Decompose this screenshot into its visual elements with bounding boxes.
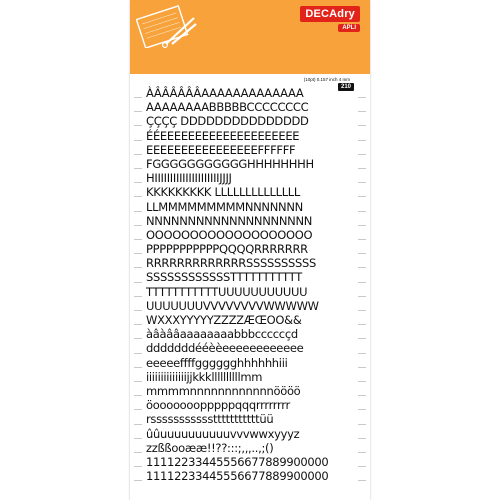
guide-tick-left: [134, 168, 142, 169]
letter-row[interactable]: HIIIIIIIIIIIIIIIIIIIIIJJJJ: [146, 171, 352, 185]
guide-tick-left: [134, 267, 142, 269]
guide-tick-right: [358, 168, 366, 169]
guide-tick-right: [358, 125, 366, 127]
guide-tick-right: [358, 395, 366, 397]
guide-tick-right: [358, 423, 366, 425]
sub-brand-logo: APLI: [338, 24, 360, 32]
guide-tick-right: [358, 381, 366, 382]
scissors-and-sheet-illustration-icon: [136, 5, 197, 48]
letter-row[interactable]: ÉÉEEEEEEEEEEEEEEEEEEEE: [146, 129, 352, 143]
guide-tick-right: [358, 196, 366, 198]
guide-tick-left: [134, 196, 142, 198]
guide-tick-right: [358, 295, 366, 297]
guide-tick-right: [358, 437, 366, 439]
guide-tick-right: [358, 210, 366, 212]
letter-row[interactable]: UUUUUUUVVVVVVVVWWWWW: [146, 299, 352, 313]
guide-tick-left: [134, 395, 142, 397]
guide-tick-right: [358, 267, 366, 269]
guide-tick-left: [134, 338, 142, 340]
letter-row[interactable]: 11112233445556677889900000: [146, 455, 352, 469]
guide-tick-right: [358, 466, 366, 468]
guide-tick-left: [134, 139, 142, 141]
guide-tick-left: [134, 210, 142, 212]
letter-row[interactable]: rssssssssssstttttttttttüü: [146, 412, 352, 426]
letter-row[interactable]: mmmmnnnnnnnnnnnnöööö: [146, 384, 352, 398]
guide-tick-left: [134, 437, 142, 439]
letter-row[interactable]: ÀÂÂÂÂÂÂAAAAAAAAAAAAA: [146, 86, 352, 100]
guide-tick-right: [358, 153, 366, 155]
guide-tick-right: [358, 366, 366, 368]
guide-tick-right: [358, 338, 366, 340]
letter-row[interactable]: KKKKKKKKK LLLLLLLLLLLLLL: [146, 185, 352, 199]
letter-row[interactable]: 11112233445556677889900000: [146, 469, 352, 483]
guide-tick-right: [358, 480, 366, 482]
letter-grid: ÀÂÂÂÂÂÂAAAAAAAAAAAAA AAAAAAAABBBBBCCCCCCC…: [146, 86, 352, 483]
guide-tick-right: [358, 452, 366, 453]
letter-sticker-sheet: DECAdry APLI (10pt) 0.157 inch 4 mm 210 …: [130, 0, 370, 500]
letter-row[interactable]: OOOOOOOOOOOOOOOOOOO: [146, 228, 352, 242]
guide-tick-left: [134, 352, 142, 354]
letter-row[interactable]: AAAAAAAABBBBBCCCCCCCC: [146, 100, 352, 114]
guide-tick-right: [358, 409, 366, 411]
letter-row[interactable]: NNNNNNNNNNNNNNNNNNNN: [146, 214, 352, 228]
guide-tick-left: [134, 153, 142, 155]
guide-tick-left: [134, 381, 142, 382]
letter-row[interactable]: iiiiiiiiiiiiiijjkkkllllllllllmm: [146, 370, 352, 384]
guide-tick-left: [134, 480, 142, 482]
guide-tick-right: [358, 139, 366, 141]
letter-row[interactable]: ûûuuuuuuuuuuvvvwwxyyyz: [146, 427, 352, 441]
guide-tick-right: [358, 352, 366, 354]
guide-tick-right: [358, 224, 366, 226]
size-spec: (10pt) 0.157 inch 4 mm: [303, 77, 350, 82]
guide-tick-right: [358, 97, 366, 98]
guide-tick-left: [134, 97, 142, 98]
letter-row[interactable]: LLMMMMMMMMMNNNNNNN: [146, 200, 352, 214]
guide-tick-right: [358, 239, 366, 240]
letter-row[interactable]: dddddddééèèeeeeeeeeeeee: [146, 341, 352, 355]
guide-tick-left: [134, 281, 142, 283]
letter-row[interactable]: öooooooopppppqqqrrrrrrrr: [146, 398, 352, 412]
guide-tick-right: [358, 182, 366, 184]
guide-tick-left: [134, 253, 142, 255]
letter-row[interactable]: eeeeeffffgggggghhhhhhiii: [146, 356, 352, 370]
guide-tick-left: [134, 466, 142, 468]
letter-row[interactable]: FGGGGGGGGGGGHHHHHHHH: [146, 157, 352, 171]
guide-tick-left: [134, 366, 142, 368]
letter-row[interactable]: ÇÇÇÇ DDDDDDDDDDDDDDD: [146, 114, 352, 128]
guide-tick-left: [134, 310, 142, 311]
guide-tick-right: [358, 324, 366, 326]
letter-row[interactable]: àâàââaaaaaaaabbbcccccçd: [146, 327, 352, 341]
guide-tick-left: [134, 423, 142, 425]
guide-tick-left: [134, 125, 142, 127]
letter-row[interactable]: WXXXYYYYYZZZZÆŒOO&&: [146, 313, 352, 327]
guide-tick-right: [358, 310, 366, 311]
guide-tick-left: [134, 409, 142, 411]
letter-row[interactable]: PPPPPPPPPPPQQQQRRRRRRR: [146, 242, 352, 256]
package-header: DECAdry APLI: [130, 0, 370, 74]
letter-row[interactable]: TTTTTTTTTTTUUUUUUUUUUU: [146, 285, 352, 299]
guide-tick-left: [134, 239, 142, 240]
guide-tick-left: [134, 324, 142, 326]
guide-tick-right: [358, 281, 366, 283]
guide-tick-left: [134, 224, 142, 226]
letter-row[interactable]: EEEEEEEEEEEEEEEEFFFFFF: [146, 143, 352, 157]
guide-tick-left: [134, 452, 142, 453]
guide-tick-left: [134, 182, 142, 184]
guide-tick-left: [134, 111, 142, 113]
guide-tick-left: [134, 295, 142, 297]
guide-tick-right: [358, 253, 366, 255]
guide-tick-right: [358, 111, 366, 113]
letter-row[interactable]: RRRRRRRRRRRRRSSSSSSSSSS: [146, 256, 352, 270]
letter-row[interactable]: SSSSSSSSSSSSTTTTTTTTTTT: [146, 270, 352, 284]
letter-row[interactable]: zzßßooææ!!??:::;,,,..,;(): [146, 441, 352, 455]
brand-logo: DECAdry: [300, 6, 360, 22]
